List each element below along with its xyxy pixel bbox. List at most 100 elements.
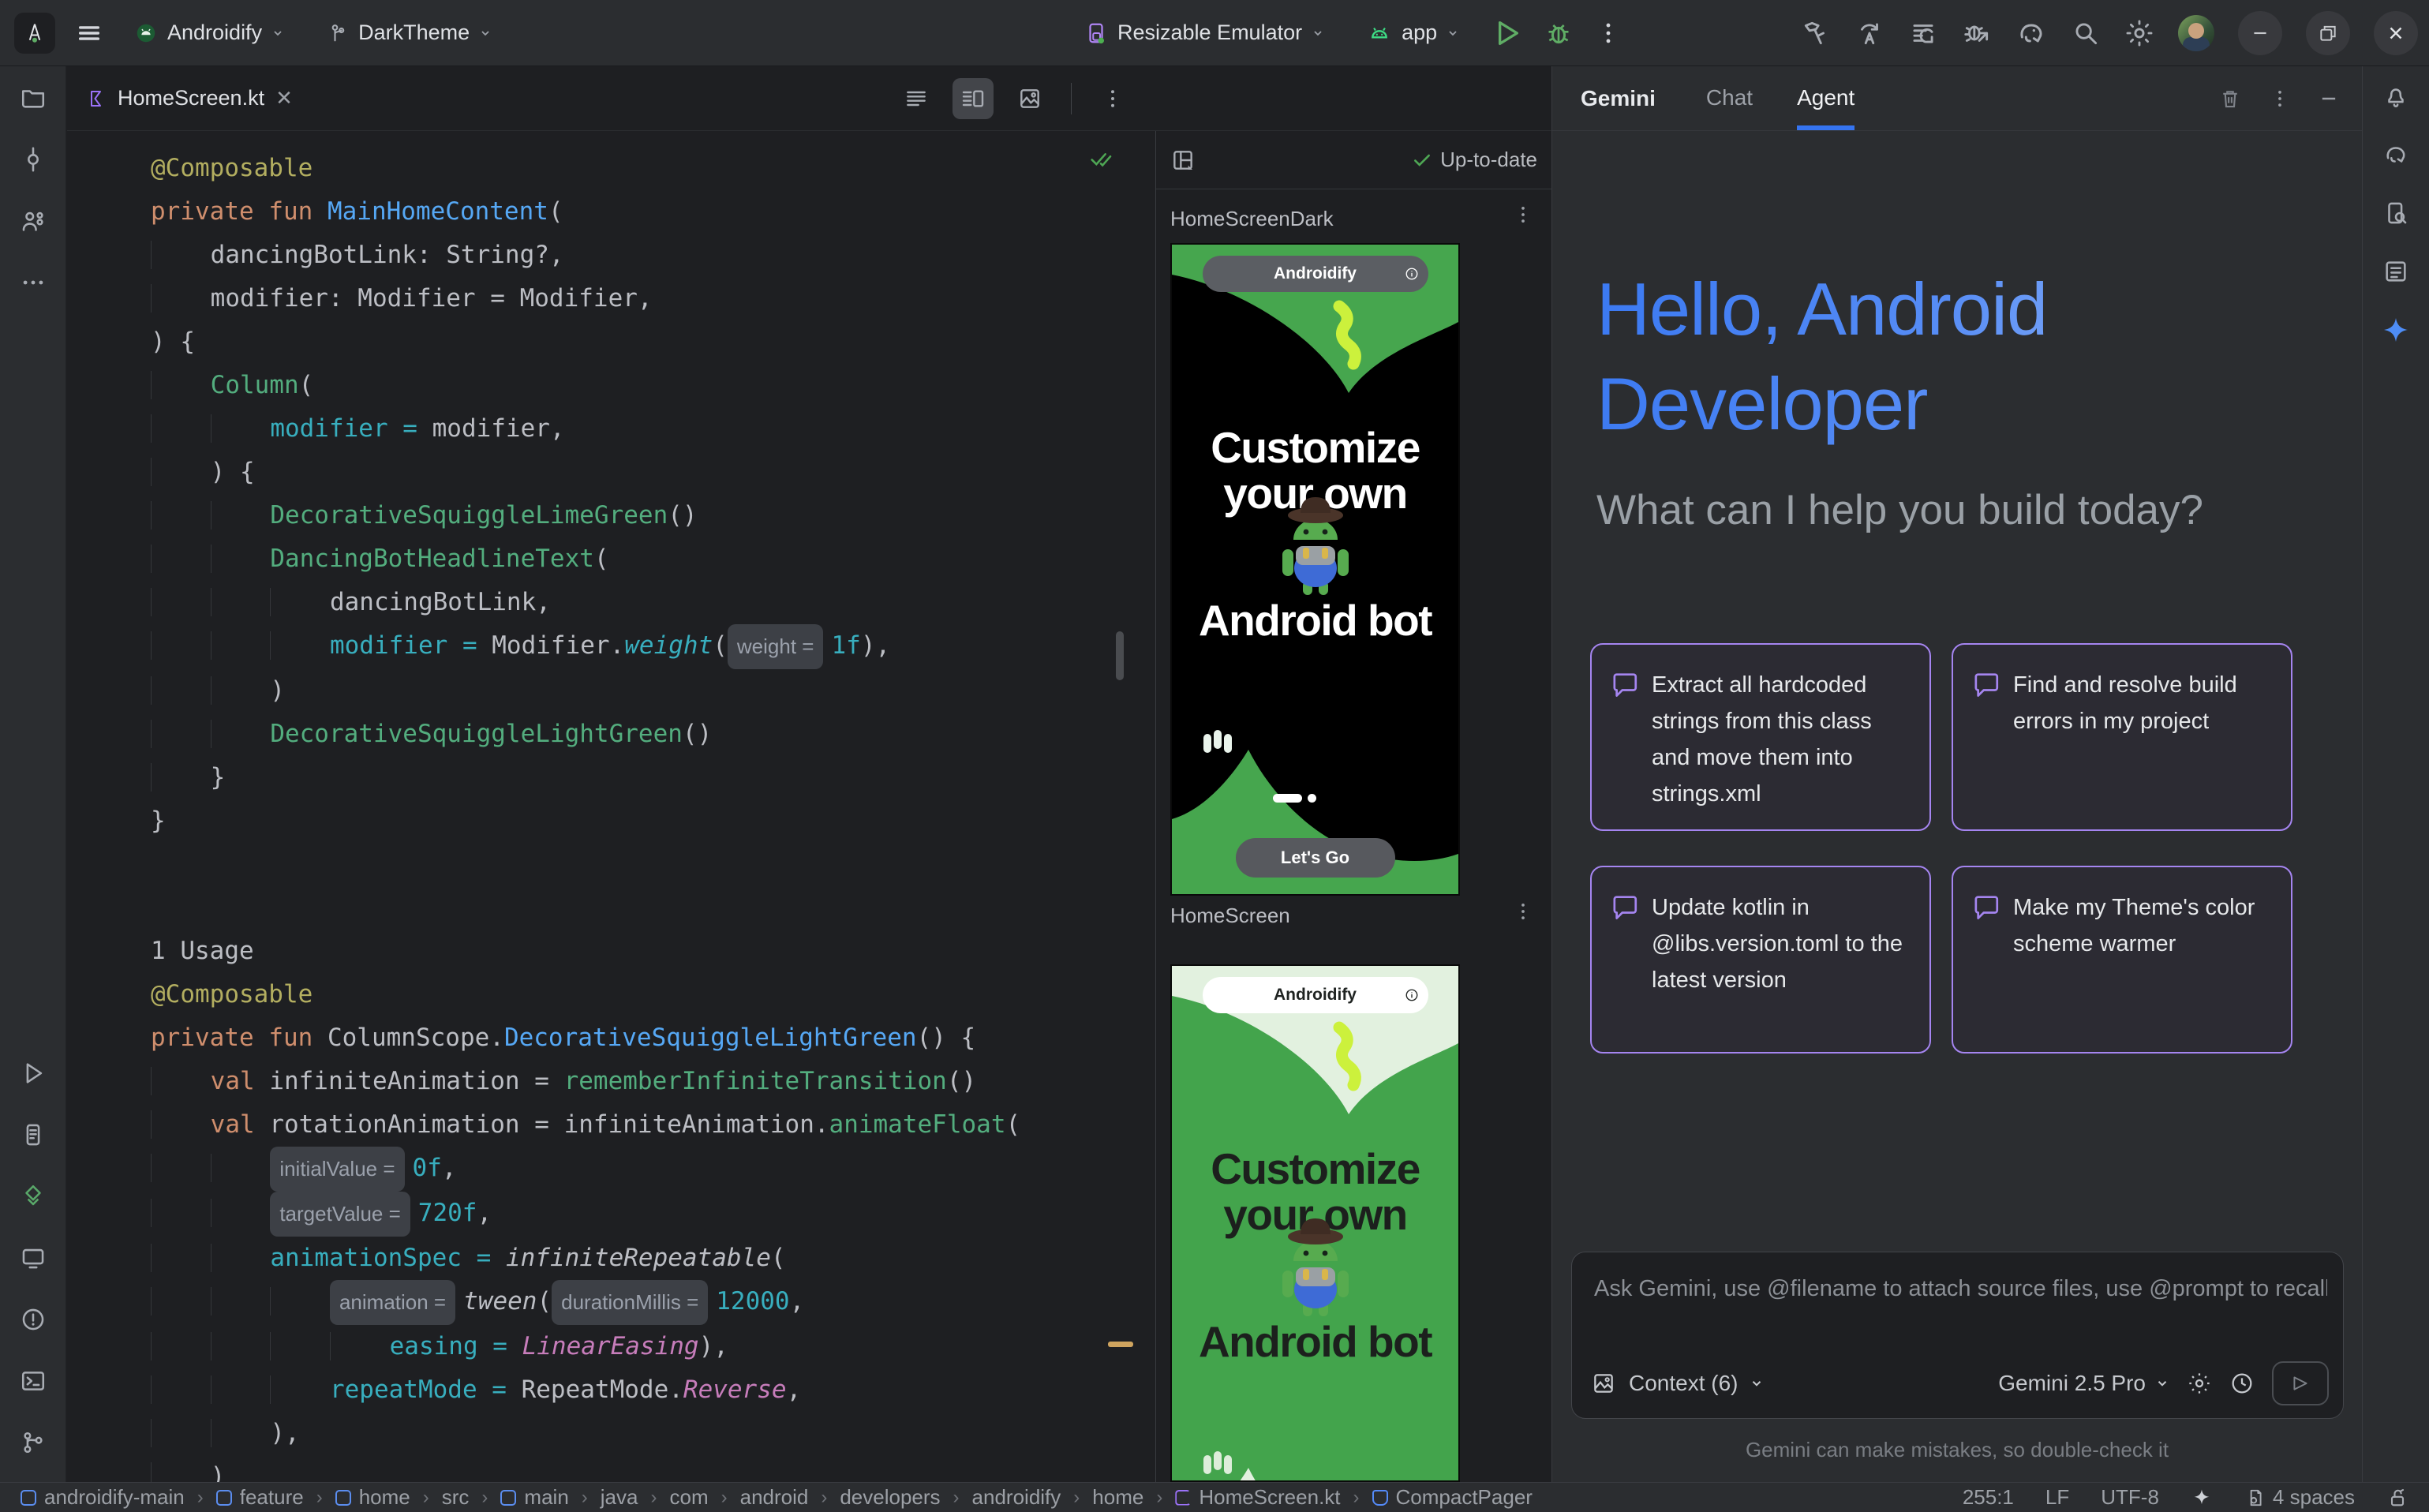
- run-tool-window-icon[interactable]: [14, 1054, 52, 1092]
- code-view-icon[interactable]: [896, 78, 937, 119]
- file-encoding[interactable]: UTF-8: [2101, 1485, 2159, 1510]
- breadcrumb-item[interactable]: main: [500, 1485, 568, 1510]
- code-content[interactable]: @Composableprivate fun MainHomeContent( …: [67, 131, 1155, 1482]
- breadcrumb-item[interactable]: java: [601, 1485, 638, 1510]
- code-editor[interactable]: @Composableprivate fun MainHomeContent( …: [67, 131, 1155, 1482]
- vcs-branch-selector[interactable]: DarkTheme: [316, 13, 503, 53]
- tab-chat[interactable]: Chat: [1706, 66, 1753, 130]
- attach-debugger-icon[interactable]: [1962, 18, 1992, 48]
- breadcrumb-item[interactable]: HomeScreen.kt: [1175, 1485, 1340, 1510]
- breadcrumb-item[interactable]: CompactPager: [1372, 1485, 1533, 1510]
- close-tab-icon[interactable]: ✕: [275, 86, 293, 110]
- commit-icon[interactable]: [14, 140, 52, 178]
- run-with-coverage-icon[interactable]: [1908, 18, 1938, 48]
- breadcrumb-item[interactable]: src: [442, 1485, 470, 1510]
- breadcrumb-item[interactable]: home: [1092, 1485, 1143, 1510]
- version-control-icon[interactable]: [14, 1424, 52, 1461]
- check-icon: [1412, 150, 1432, 170]
- preview-section-label-dark[interactable]: HomeScreenDark: [1170, 207, 1334, 231]
- delete-conversation-icon[interactable]: [2218, 87, 2242, 110]
- hide-panel-icon[interactable]: [2318, 88, 2340, 110]
- editor-scrollbar-thumb[interactable]: [1116, 631, 1124, 680]
- build-hammer-icon[interactable]: [1801, 18, 1831, 48]
- run-configuration-selector[interactable]: app: [1356, 13, 1470, 54]
- unlocked-padlock-icon[interactable]: [2386, 1487, 2408, 1509]
- breadcrumb-item[interactable]: android: [740, 1485, 809, 1510]
- indent-config[interactable]: 4 spaces: [2244, 1485, 2355, 1510]
- gradle-sync-icon[interactable]: [2015, 17, 2047, 49]
- debug-button[interactable]: [1543, 17, 1574, 49]
- model-selector[interactable]: Gemini 2.5 Pro: [1998, 1371, 2169, 1396]
- logcat-icon[interactable]: [14, 1116, 52, 1154]
- hamburger-menu-icon[interactable]: [76, 20, 103, 47]
- tab-homescreen-kt[interactable]: HomeScreen.kt ✕: [67, 66, 313, 130]
- more-run-options-icon[interactable]: [1595, 20, 1622, 47]
- preview-phone-homescreendark[interactable]: Androidify Customize your own: [1170, 243, 1460, 896]
- user-avatar[interactable]: [2178, 15, 2214, 51]
- pull-requests-icon[interactable]: [14, 202, 52, 240]
- breadcrumb-item[interactable]: developers: [840, 1485, 940, 1510]
- breadcrumb-item[interactable]: home: [335, 1485, 410, 1510]
- window-minimize-button[interactable]: [2238, 11, 2282, 55]
- terminal-icon[interactable]: [14, 1362, 52, 1400]
- device-selector[interactable]: Resizable Emulator: [1073, 13, 1335, 53]
- context-selector[interactable]: Context (6): [1629, 1371, 1764, 1396]
- gradle-tool-window-icon[interactable]: [2377, 136, 2415, 174]
- problems-icon[interactable]: [14, 1301, 52, 1338]
- design-view-icon[interactable]: [1009, 78, 1050, 119]
- settings-gear-icon[interactable]: [2124, 18, 2154, 48]
- preview-section-label-light[interactable]: HomeScreen: [1170, 904, 1290, 928]
- send-button[interactable]: [2272, 1361, 2329, 1405]
- preview-section-menu-icon[interactable]: [1512, 900, 1534, 923]
- history-clock-icon[interactable]: [2229, 1371, 2255, 1396]
- editor-options-kebab-icon[interactable]: [1092, 78, 1133, 119]
- preview-phone-homescreen[interactable]: Androidify Customize your own: [1170, 964, 1460, 1482]
- suggestion-card-2[interactable]: Find and resolve build errors in my proj…: [1952, 643, 2292, 831]
- attach-image-icon[interactable]: [1591, 1371, 1616, 1396]
- breadcrumb-item[interactable]: feature: [216, 1485, 304, 1510]
- structure-tool-window-icon[interactable]: [2377, 253, 2415, 290]
- android-head-icon: [1367, 21, 1392, 46]
- app-quality-insights-icon[interactable]: [14, 1177, 52, 1215]
- gemini-input-placeholder[interactable]: Ask Gemini, use @filename to attach sour…: [1594, 1276, 2327, 1302]
- more-tool-windows-icon[interactable]: [14, 264, 52, 301]
- gemini-tool-window-icon[interactable]: [2377, 311, 2415, 349]
- split-view-icon[interactable]: [953, 78, 994, 119]
- folder-icon: [21, 1490, 36, 1506]
- preview-section-menu-icon[interactable]: [1512, 204, 1534, 226]
- gemini-options-kebab-icon[interactable]: [2269, 88, 2291, 110]
- gemini-input-box[interactable]: Ask Gemini, use @filename to attach sour…: [1571, 1252, 2344, 1419]
- breadcrumb-item[interactable]: androidify-main: [21, 1485, 185, 1510]
- lets-go-button[interactable]: Let's Go: [1236, 838, 1395, 878]
- breadcrumb[interactable]: androidify-main›feature›home›src›main›ja…: [21, 1485, 1533, 1510]
- search-everywhere-icon[interactable]: [2071, 18, 2101, 48]
- caret-position[interactable]: 255:1: [1963, 1485, 2014, 1510]
- code-line: @Composable: [151, 147, 1155, 190]
- gemini-spark-icon[interactable]: [2191, 1487, 2213, 1509]
- window-close-button[interactable]: [2374, 11, 2418, 55]
- tab-agent[interactable]: Agent: [1797, 66, 1854, 130]
- gemini-settings-gear-icon[interactable]: [2187, 1371, 2212, 1396]
- breadcrumb-separator: ›: [1353, 1487, 1360, 1509]
- running-devices-icon[interactable]: [14, 1239, 52, 1277]
- suggestion-card-1[interactable]: Extract all hardcoded strings from this …: [1590, 643, 1931, 831]
- run-button[interactable]: [1491, 17, 1522, 49]
- breadcrumb-item[interactable]: androidify: [972, 1485, 1061, 1510]
- window-restore-button[interactable]: [2306, 11, 2350, 55]
- apply-changes-icon[interactable]: [1854, 18, 1884, 48]
- gemini-header: Gemini Chat Agent: [1552, 66, 2362, 131]
- greeting-subtitle: What can I help you build today?: [1596, 486, 2203, 534]
- right-tool-stripe: [2362, 66, 2429, 1482]
- suggestion-card-4[interactable]: Make my Theme's color scheme warmer: [1952, 866, 2292, 1054]
- line-ending[interactable]: LF: [2045, 1485, 2069, 1510]
- chevron-down-icon: [1447, 27, 1459, 39]
- notifications-bell-icon[interactable]: [2377, 77, 2415, 115]
- breadcrumb-item[interactable]: com: [669, 1485, 708, 1510]
- device-explorer-icon[interactable]: [2377, 194, 2415, 232]
- inspection-ok-icon[interactable]: [1087, 145, 1114, 172]
- preview-layout-grid-icon[interactable]: [1170, 148, 1196, 173]
- project-selector[interactable]: Androidify: [123, 13, 295, 53]
- suggestion-card-3[interactable]: Update kotlin in @libs.version.toml to t…: [1590, 866, 1931, 1054]
- project-folder-icon[interactable]: [14, 79, 52, 117]
- code-line: initialValue =0f,: [151, 1147, 1155, 1192]
